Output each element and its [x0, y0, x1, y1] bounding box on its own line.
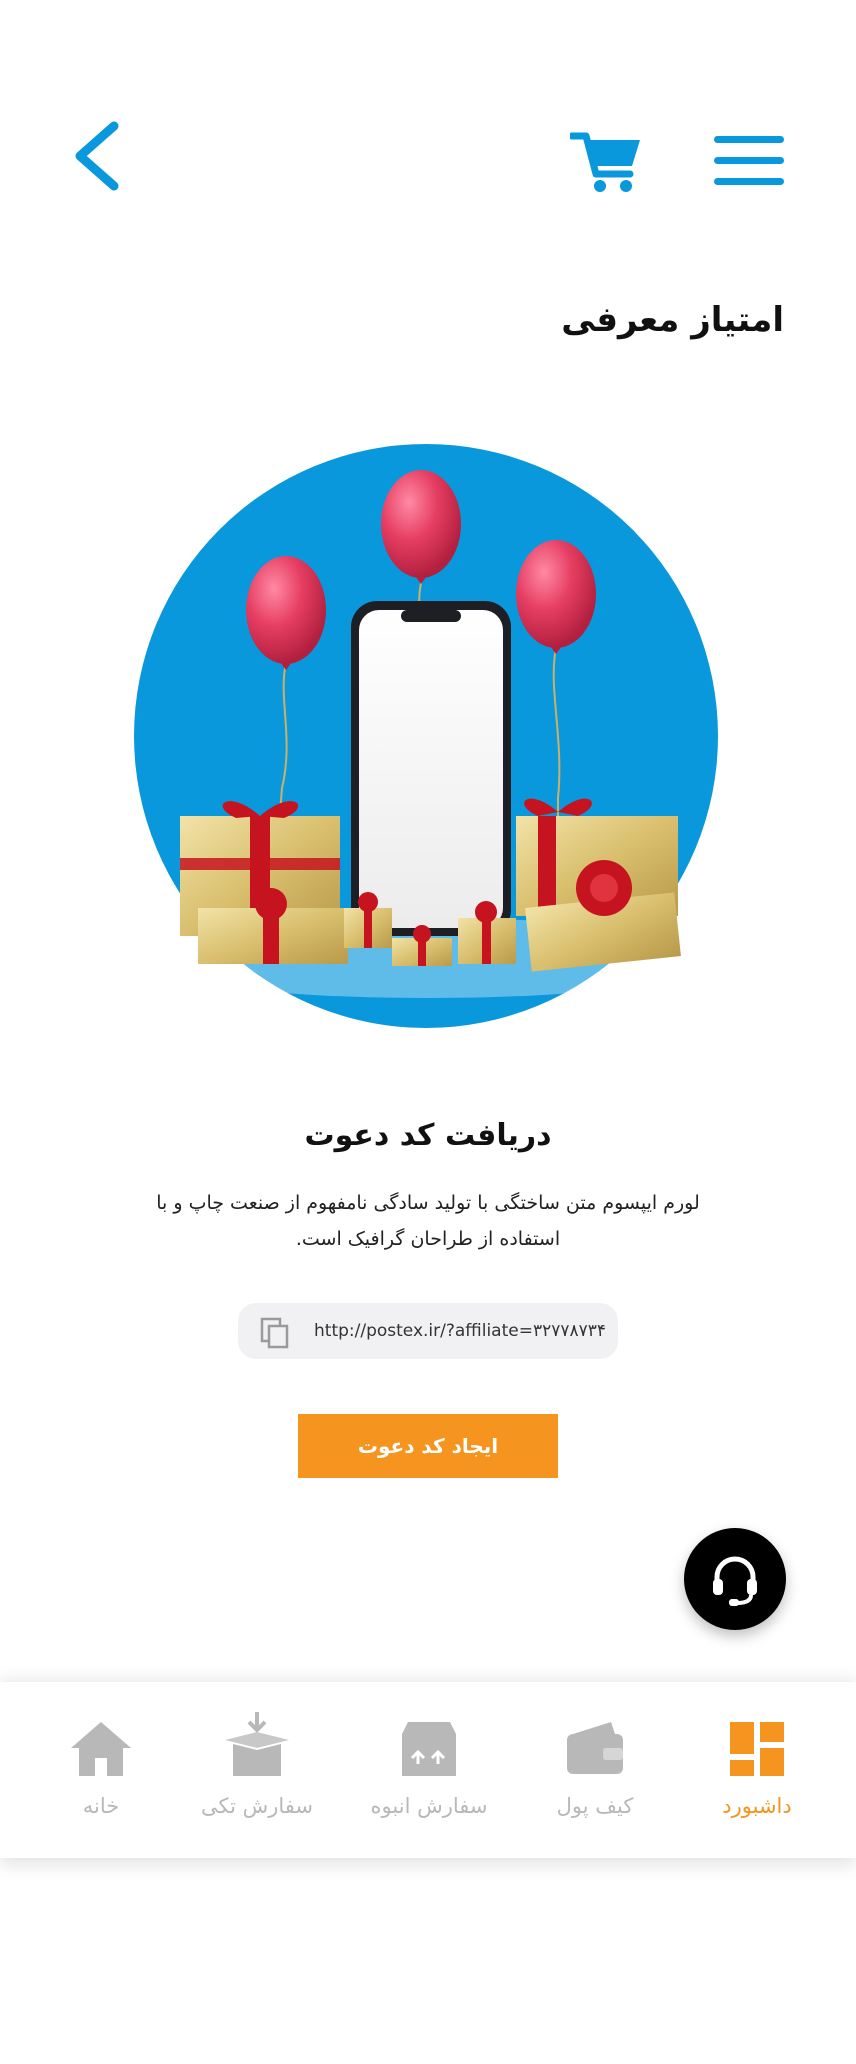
nav-label-wallet: کیف پول [556, 1794, 634, 1818]
nav-label-dashboard: داشبورد [722, 1794, 792, 1818]
cart-icon [568, 132, 640, 192]
hero-illustration [118, 438, 738, 1028]
cart-button[interactable] [568, 126, 642, 198]
single-order-icon [221, 1710, 293, 1784]
nav-item-home[interactable]: خانه [16, 1682, 186, 1858]
nav-label-single-order: سفارش تکی [200, 1794, 313, 1818]
invite-link-field[interactable]: http://postex.ir/?affiliate=۳۲۷۷۸۷۳۴ [238, 1303, 618, 1359]
chevron-left-icon [75, 121, 119, 191]
menu-button[interactable] [712, 134, 786, 188]
bottom-navigation: داشبورد کیف پول سفارش انبوه سفارش تکی خا… [0, 1682, 856, 1858]
nav-item-dashboard[interactable]: داشبورد [672, 1682, 842, 1858]
bulk-order-icon [400, 1720, 458, 1782]
invite-description: لورم ایپسوم متن ساختگی با تولید سادگی نا… [140, 1185, 716, 1257]
nav-item-wallet[interactable]: کیف پول [510, 1682, 680, 1858]
page-title: امتیاز معرفی [561, 300, 784, 340]
support-button[interactable] [684, 1528, 786, 1630]
invite-description-line2: استفاده از طراحان گرافیک است. [295, 1228, 561, 1250]
home-icon [69, 1720, 133, 1782]
nav-item-single-order[interactable]: سفارش تکی [172, 1682, 342, 1858]
copy-icon[interactable] [260, 1317, 290, 1349]
invite-link-text: http://postex.ir/?affiliate=۳۲۷۷۸۷۳۴ [314, 1321, 607, 1341]
hamburger-menu-icon [714, 136, 784, 185]
back-button[interactable] [68, 120, 128, 192]
phone-gifts-balloons-illustration [128, 444, 728, 1028]
nav-item-bulk-order[interactable]: سفارش انبوه [344, 1682, 514, 1858]
wallet-icon [565, 1720, 625, 1782]
invite-description-line1: لورم ایپسوم متن ساختگی با تولید سادگی نا… [156, 1192, 700, 1214]
nav-label-home: خانه [82, 1794, 120, 1818]
dashboard-icon [728, 1720, 786, 1782]
nav-label-bulk-order: سفارش انبوه [370, 1794, 488, 1818]
headset-icon [713, 1556, 757, 1606]
create-invite-code-button[interactable]: ایجاد کد دعوت [298, 1414, 558, 1478]
invite-title: دریافت کد دعوت [304, 1118, 552, 1153]
